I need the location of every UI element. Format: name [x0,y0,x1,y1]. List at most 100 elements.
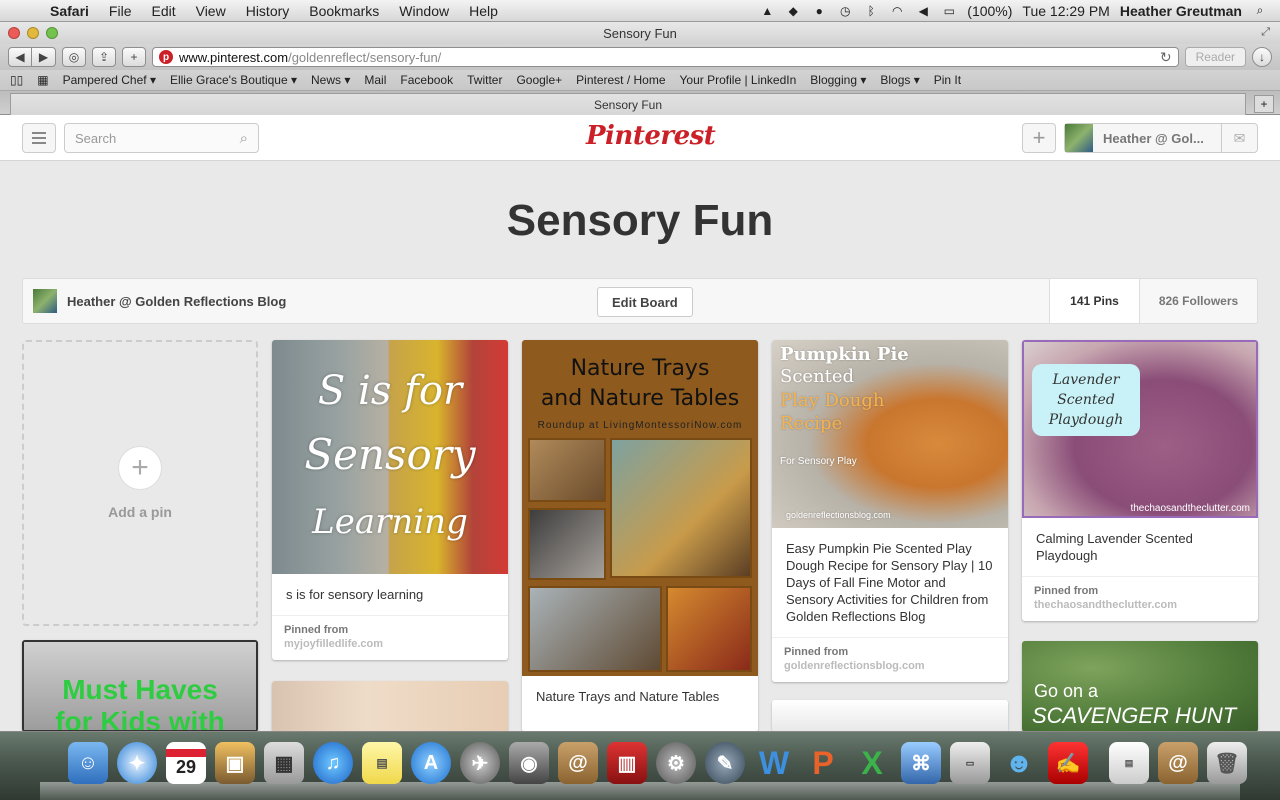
address-bar[interactable]: p www.pinterest.com/goldenreflect/sensor… [152,47,1179,67]
reading-list-button[interactable]: ◎ [62,47,86,67]
bookmark-facebook[interactable]: Facebook [400,73,453,87]
menu-help[interactable]: Help [459,3,508,19]
top-sites-grid-icon[interactable]: ▦ [37,73,48,87]
reader-button[interactable]: Reader [1184,47,1246,67]
new-tab-button[interactable]: + [1254,95,1274,113]
reload-icon[interactable]: ↻ [1160,49,1172,66]
bookmark-linkedin[interactable]: Your Profile | LinkedIn [680,73,797,87]
bookmark-blogs[interactable]: Blogs ▾ [880,73,919,87]
bookmark-twitter[interactable]: Twitter [467,73,502,87]
pin-card-nature-trays[interactable]: Nature Trays and Nature Tables Roundup at… [522,340,758,732]
notifications-icon[interactable]: ✉ [1221,124,1257,152]
stickies-icon[interactable]: ▤ [362,742,402,784]
bookmark-pampered-chef[interactable]: Pampered Chef ▾ [63,73,156,87]
launchpad-icon[interactable]: ✈ [460,742,500,784]
pin-source[interactable]: Pinned from myjoyfilledlife.com [272,615,508,660]
bookmark-mail[interactable]: Mail [364,73,386,87]
search-icon[interactable]: ⌕ [240,130,248,147]
bookmarks-book-icon[interactable]: ▯▯ [10,73,23,87]
pin-image [272,681,508,731]
network-icon[interactable]: ⌘ [901,742,941,784]
pin-card-lavender-playdough[interactable]: Lavender Scented Playdough thechaosandthe… [1022,340,1258,621]
battery-icon[interactable]: ▭ [941,4,957,18]
spotlight-search-icon[interactable]: ⌕ [1252,3,1268,18]
time-machine-icon[interactable]: ◷ [837,4,853,18]
dropbox-icon[interactable]: ◆ [785,4,801,18]
volume-icon[interactable]: ◀ [915,4,931,18]
finder-icon[interactable]: ☺ [68,742,108,784]
pin-card-pumpkin-play-dough[interactable]: Pumpkin Pie Scented Play Dough Recipe Fo… [772,340,1008,682]
menu-clock[interactable]: Tue 12:29 PM [1022,3,1109,19]
pin-source-domain[interactable]: myjoyfilledlife.com [284,638,496,650]
facetime-icon[interactable]: ◉ [509,742,549,784]
itunes-icon[interactable]: ♫ [313,742,353,784]
menu-window[interactable]: Window [389,3,459,19]
bookmark-google-plus[interactable]: Google+ [516,73,562,87]
menu-file[interactable]: File [99,3,142,19]
iphoto-icon[interactable]: ▣ [215,742,255,784]
search-input[interactable]: Search ⌕ [64,123,259,153]
pin-card-hand[interactable] [272,681,508,733]
menu-view[interactable]: View [186,3,236,19]
wifi-icon[interactable]: ◠ [889,4,905,18]
user-profile-button[interactable]: Heather @ Gol... ✉ [1064,123,1258,153]
pinterest-logo[interactable]: Pinterest [586,121,716,151]
address-book-icon[interactable]: @ [558,742,598,784]
add-pin-plus-button[interactable]: + [1022,123,1056,153]
solution-menu-icon[interactable]: ▭ [950,742,990,784]
pins-count-tab[interactable]: 141 Pins [1049,279,1139,323]
pin-card-sensory-learning[interactable]: S is for Sensory Learning s is for senso… [272,340,508,660]
back-button[interactable]: ◀ [8,47,32,67]
pin-source[interactable]: Pinned from thechaosandtheclutter.com [1022,576,1258,621]
add-bookmark-button[interactable]: + [122,47,146,67]
fullscreen-icon[interactable]: ⤢ [1261,26,1270,39]
minimize-window-button[interactable] [27,27,39,39]
powerpoint-icon[interactable]: P [803,742,843,784]
calculator-icon[interactable]: ▦ [264,742,304,784]
bookmark-news[interactable]: News ▾ [311,73,350,87]
pin-card-partial[interactable] [772,700,1008,732]
tab-sensory-fun[interactable]: Sensory Fun [10,93,1246,115]
downloads-icon[interactable]: ↓ [1252,47,1272,67]
trash-icon[interactable]: 🗑 [1207,742,1247,784]
app-store-icon[interactable]: A [411,742,451,784]
add-a-pin-card[interactable]: + Add a pin [22,340,258,626]
menu-edit[interactable]: Edit [141,3,185,19]
photo-booth-icon[interactable]: ▥ [607,742,647,784]
pin-card-scavenger-hunt[interactable]: Go on a SCAVENGER HUNT for [1022,641,1258,732]
pages-icon[interactable]: ▤ [1109,742,1149,784]
contacts-icon[interactable]: @ [1158,742,1198,784]
google-drive-icon[interactable]: ▲ [759,4,775,18]
system-preferences-icon[interactable]: ⚙ [656,742,696,784]
messenger-icon[interactable]: ☻ [999,742,1039,784]
menu-history[interactable]: History [236,3,300,19]
bookmark-pin-it[interactable]: Pin It [934,73,961,87]
bookmark-ellie-grace[interactable]: Ellie Grace's Boutique ▾ [170,73,297,87]
calendar-icon[interactable]: 29 [166,742,206,784]
close-window-button[interactable] [8,27,20,39]
excel-icon[interactable]: X [852,742,892,784]
bluetooth-icon[interactable]: ᛒ [863,4,879,18]
followers-count-tab[interactable]: 826 Followers [1139,279,1257,323]
board-owner-name[interactable]: Heather @ Golden Reflections Blog [67,294,286,309]
menu-user[interactable]: Heather Greutman [1120,3,1242,19]
hamburger-menu-button[interactable] [22,123,56,153]
menu-bookmarks[interactable]: Bookmarks [299,3,389,19]
forward-button[interactable]: ▶ [32,47,56,67]
word-icon[interactable]: W [754,742,794,784]
script-editor-icon[interactable]: ✎ [705,742,745,784]
bookmark-pinterest-home[interactable]: Pinterest / Home [576,73,665,87]
board-owner-avatar[interactable] [33,289,57,313]
pin-source-domain[interactable]: goldenreflectionsblog.com [784,660,996,672]
share-button[interactable]: ⇪ [92,47,116,67]
zoom-window-button[interactable] [46,27,58,39]
evernote-icon[interactable]: ● [811,4,827,18]
pin-source[interactable]: Pinned from goldenreflectionsblog.com [772,637,1008,682]
pin-card-must-haves[interactable]: Must Haves for Kids with [22,640,258,732]
menu-app-safari[interactable]: Safari [40,3,99,19]
safari-icon[interactable]: ✦ [117,742,157,784]
pin-source-domain[interactable]: thechaosandtheclutter.com [1034,599,1246,611]
bookmark-blogging[interactable]: Blogging ▾ [810,73,866,87]
acrobat-icon[interactable]: ✍ [1048,742,1088,784]
edit-board-button[interactable]: Edit Board [597,287,693,317]
